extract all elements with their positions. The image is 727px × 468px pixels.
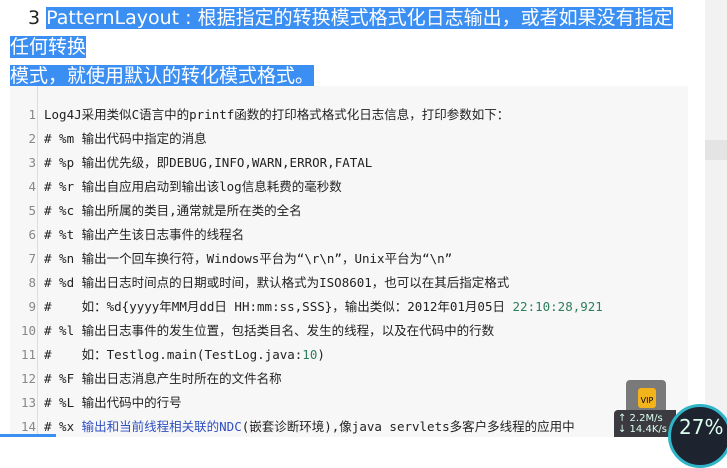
section-heading: 3 PatternLayout : 根据指定的转换模式格式化日志输出，或者如果没… [10,4,690,91]
line-number: 2 [28,131,36,146]
usage-gauge: 27% [668,404,727,468]
line-number: 8 [28,275,36,290]
line-number: 3 [28,155,36,170]
line-number: 10 [20,323,36,338]
code-line: 12 # %F 输出日志消息产生时所在的文件名称 [10,367,688,391]
code-text: # %x 输出和当前线程相关联的NDC(嵌套诊断环境),像java servle… [44,419,575,434]
code-line: 6 # %t 输出产生该日志事件的线程名 [10,223,688,247]
line-number: 11 [20,347,36,362]
line-number: 4 [28,179,36,194]
upload-speed: ↑ 2.2M/s [618,413,663,424]
line-number: 1 [28,107,36,122]
code-line: 10 # %l 输出日志事件的发生位置，包括类目名、发生的线程，以及在代码中的行数 [10,319,688,343]
network-speed: ↑ 2.2M/s ↓ 14.4K/s [614,410,676,437]
code-text: Log4J采用类似C语言中的printf函数的打印格式格式化日志信息，打印参数如… [44,107,510,122]
code-text: # %t 输出产生该日志事件的线程名 [44,227,245,242]
download-speed: ↓ 14.4K/s [618,424,667,435]
code-block: 1 Log4J采用类似C语言中的printf函数的打印格式格式化日志信息，打印参数… [10,86,688,437]
line-number: 9 [28,299,36,314]
code-text: # 如：Testlog.main(TestLog.java:10) [44,347,325,362]
code-line: 9 # 如：%d{yyyy年MM月dd日 HH:mm:ss,SSS}，输出类似：2… [10,295,688,319]
code-line: 4 # %r 输出自应用启动到输出该log信息耗费的毫秒数 [10,175,688,199]
code-line: 2 # %m 输出代码中指定的消息 [10,127,688,151]
scrollbar-thumb[interactable] [705,140,727,160]
code-text: # %n 输出一个回车换行符，Windows平台为“\r\n”，Unix平台为“… [44,251,453,266]
code-line: 13 # %L 输出代码中的行号 [10,391,688,415]
code-text: # %p 输出优先级，即DEBUG,INFO,WARN,ERROR,FATAL [44,155,373,170]
line-number: 7 [28,251,36,266]
code-text: # %c 输出所属的类目,通常就是所在类的全名 [44,203,302,218]
code-line: 11 # 如：Testlog.main(TestLog.java:10) [10,343,688,367]
line-number: 5 [28,203,36,218]
code-text: # %r 输出自应用启动到输出该log信息耗费的毫秒数 [44,179,342,194]
code-text: # %m 输出代码中指定的消息 [44,131,207,146]
code-line: 14 # %x 输出和当前线程相关联的NDC(嵌套诊断环境),像java serv… [10,415,688,439]
code-line: 5 # %c 输出所属的类目,通常就是所在类的全名 [10,199,688,223]
code-line: 7 # %n 输出一个回车换行符，Windows平台为“\r\n”，Unix平台为… [10,247,688,271]
code-text: # %d 输出日志时间点的日期或时间，默认格式为ISO8601，也可以在其后指定… [44,275,510,290]
code-line: 8 # %d 输出日志时间点的日期或时间，默认格式为ISO8601，也可以在其后指… [10,271,688,295]
line-number: 12 [20,371,36,386]
line-number: 6 [28,227,36,242]
vip-badge-icon: VIP [638,388,656,408]
code-text: # 如：%d{yyyy年MM月dd日 HH:mm:ss,SSS}，输出类似：20… [44,299,603,314]
heading-text-line1: PatternLayout : 根据指定的转换模式格式化日志输出，或者如果没有指… [10,7,673,58]
scrollbar[interactable] [705,0,727,437]
heading-number: 3 [28,7,41,29]
code-text: # %L 输出代码中的行号 [44,395,182,410]
heading-text-line2: 模式，就使用默认的转化模式格式。 [10,65,315,87]
code-line: 3 # %p 输出优先级，即DEBUG,INFO,WARN,ERROR,FATAL [10,151,688,175]
line-number: 13 [20,395,36,410]
code-text: # %F 输出日志消息产生时所在的文件名称 [44,371,282,386]
code-text: # %l 输出日志事件的发生位置，包括类目名、发生的线程，以及在代码中的行数 [44,323,495,338]
code-line: 1 Log4J采用类似C语言中的printf函数的打印格式格式化日志信息，打印参数… [10,103,688,127]
